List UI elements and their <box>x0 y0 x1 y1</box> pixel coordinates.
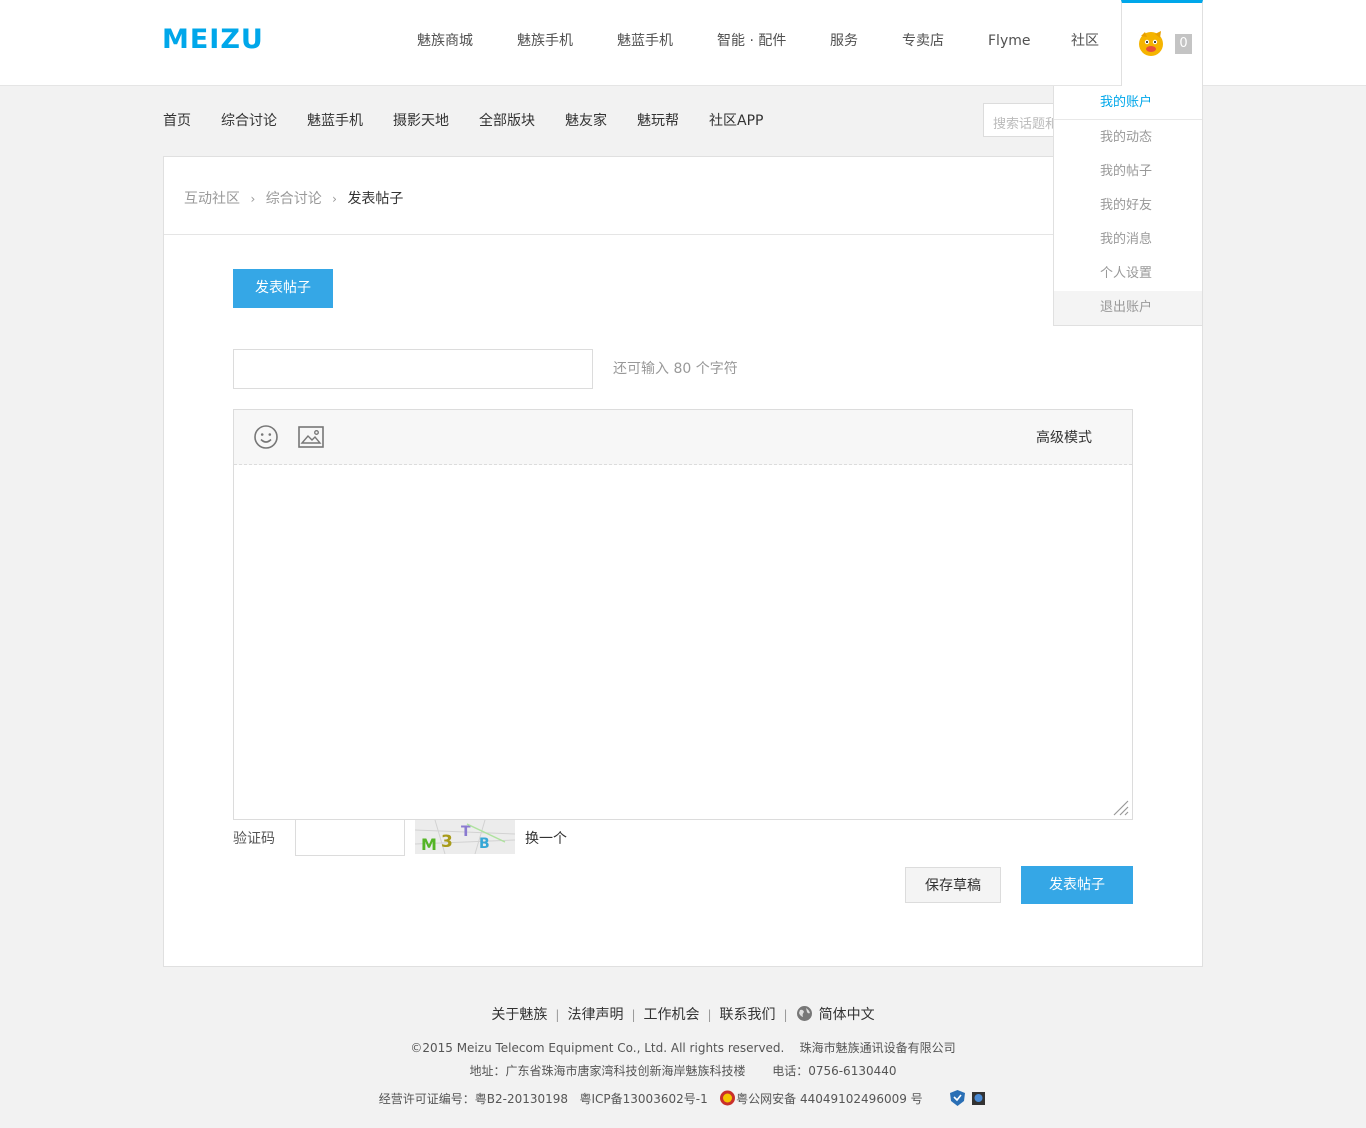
post-tab-button[interactable]: 发表帖子 <box>233 269 333 308</box>
char-remaining-hint: 还可输入 80 个字符 <box>613 361 738 377</box>
post-title-input[interactable] <box>233 349 593 389</box>
license-text: 经营许可证编号：粤B2-20130198 <box>378 1092 569 1106</box>
menu-my-activity[interactable]: 我的动态 <box>1054 121 1202 155</box>
police-badge-icon <box>720 1090 736 1106</box>
breadcrumb: 互动社区 › 综合讨论 › 发表帖子 <box>184 188 403 208</box>
globe-icon <box>796 1006 812 1021</box>
address-text: 地址：广东省珠海市唐家湾科技创新海岸魅族科技楼 <box>469 1064 746 1078</box>
nav-smart-accessories[interactable]: 智能 · 配件 <box>717 32 786 50</box>
post-editor-panel: 互动社区 › 综合讨论 › 发表帖子 发表帖子 还可输入 80 个字符 高级模式 <box>163 156 1203 967</box>
subnav-all-boards[interactable]: 全部版块 <box>479 112 535 130</box>
menu-my-messages[interactable]: 我的消息 <box>1054 223 1202 257</box>
footer-copyright: ©2015 Meizu Telecom Equipment Co., Ltd. … <box>0 1039 1366 1056</box>
breadcrumb-separator: › <box>250 192 256 206</box>
user-account-tab[interactable]: 0 <box>1121 0 1203 86</box>
nav-meizu-store[interactable]: 魅族商城 <box>417 32 473 50</box>
footer-separator: | <box>631 1008 636 1022</box>
editor-toolbar: 高级模式 <box>234 410 1132 465</box>
emoji-icon[interactable] <box>253 424 279 450</box>
footer-links: 关于魅族 | 法律声明 | 工作机会 | 联系我们 | 简体中文 <box>0 1004 1366 1024</box>
subnav-photography[interactable]: 摄影天地 <box>393 112 449 130</box>
subnav-community-app[interactable]: 社区APP <box>709 112 763 130</box>
captcha-label: 验证码 <box>233 831 275 847</box>
footer-license: 经营许可证编号：粤B2-20130198 粤ICP备13003602号-1 粤公… <box>0 1089 1366 1107</box>
captcha-char: B <box>479 836 490 852</box>
footer-language[interactable]: 简体中文 <box>819 1007 875 1023</box>
captcha-char: T <box>461 824 471 840</box>
nav-stores[interactable]: 专卖店 <box>902 32 944 50</box>
nav-meilan-phones[interactable]: 魅蓝手机 <box>617 32 673 50</box>
captcha-char: 3 <box>441 832 453 852</box>
footer-address: 地址：广东省珠海市唐家湾科技创新海岸魅族科技楼 电话：0756-6130440 <box>0 1062 1366 1079</box>
menu-my-posts[interactable]: 我的帖子 <box>1054 155 1202 189</box>
save-draft-button[interactable]: 保存草稿 <box>905 867 1001 903</box>
advanced-mode-link[interactable]: 高级模式 <box>1036 427 1092 447</box>
subnav-meiwan-help[interactable]: 魅玩帮 <box>637 112 679 130</box>
nav-meizu-phones[interactable]: 魅族手机 <box>517 32 573 50</box>
captcha-input[interactable] <box>295 819 405 856</box>
copyright-text: ©2015 Meizu Telecom Equipment Co., Ltd. … <box>410 1041 785 1055</box>
nav-flyme[interactable]: Flyme <box>988 32 1030 50</box>
phone-text: 电话：0756-6130440 <box>772 1064 897 1078</box>
footer-jobs[interactable]: 工作机会 <box>644 1007 700 1023</box>
company-name: 珠海市魅族通讯设备有限公司 <box>799 1041 956 1055</box>
avatar[interactable] <box>1136 28 1166 58</box>
nav-service[interactable]: 服务 <box>830 32 858 50</box>
menu-settings[interactable]: 个人设置 <box>1054 257 1202 291</box>
menu-my-account[interactable]: 我的账户 <box>1054 86 1202 120</box>
meizu-logo[interactable]: MEIZU <box>162 26 264 53</box>
trust-shield-icon[interactable] <box>949 1089 966 1107</box>
breadcrumb-current: 发表帖子 <box>347 191 404 207</box>
menu-logout[interactable]: 退出账户 <box>1054 291 1202 325</box>
resize-handle-icon[interactable] <box>1110 797 1130 817</box>
footer-contact[interactable]: 联系我们 <box>720 1007 776 1023</box>
captcha-image[interactable]: M 3 T B <box>415 820 515 854</box>
icp-link[interactable]: 粤ICP备13003602号-1 <box>580 1092 708 1106</box>
subnav-general-discussion[interactable]: 综合讨论 <box>221 112 277 130</box>
footer-separator: | <box>707 1008 712 1022</box>
captcha-refresh-link[interactable]: 换一个 <box>525 828 567 848</box>
footer-separator: | <box>555 1008 560 1022</box>
menu-my-friends[interactable]: 我的好友 <box>1054 189 1202 223</box>
breadcrumb-community[interactable]: 互动社区 <box>184 191 240 207</box>
captcha-char: M <box>421 835 437 854</box>
subnav-meilan-phones[interactable]: 魅蓝手机 <box>307 112 363 130</box>
breadcrumb-separator: › <box>332 192 337 206</box>
police-record-link[interactable]: 粤公网安备 44049102496009 号 <box>736 1092 923 1106</box>
footer-separator: | <box>783 1008 788 1022</box>
subnav-home[interactable]: 首页 <box>163 112 191 130</box>
breadcrumb-general-discussion[interactable]: 综合讨论 <box>266 191 322 207</box>
post-content-editor[interactable]: 高级模式 <box>233 409 1133 820</box>
divider <box>164 234 1202 235</box>
message-count-badge[interactable]: 0 <box>1175 34 1192 54</box>
submit-post-button[interactable]: 发表帖子 <box>1021 866 1133 904</box>
subnav-meiyou-home[interactable]: 魅友家 <box>565 112 607 130</box>
user-menu-dropdown: 我的账户 我的动态 我的帖子 我的好友 我的消息 个人设置 退出账户 <box>1053 86 1203 326</box>
footer-about[interactable]: 关于魅族 <box>491 1007 547 1023</box>
network-police-icon[interactable] <box>970 1089 987 1107</box>
nav-community[interactable]: 社区 <box>1071 32 1099 50</box>
footer-legal[interactable]: 法律声明 <box>567 1007 623 1023</box>
image-icon[interactable] <box>298 426 324 448</box>
